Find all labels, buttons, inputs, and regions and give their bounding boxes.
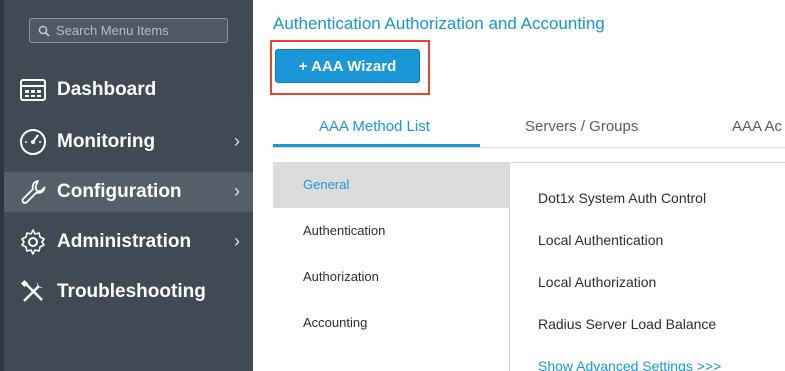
active-tab-indicator <box>273 144 480 147</box>
subnav-item-authentication[interactable]: Authentication <box>273 208 509 254</box>
subnav-item-authorization[interactable]: Authorization <box>273 254 509 300</box>
sidebar-item-dashboard[interactable]: Dashboard <box>4 70 253 110</box>
tab-servers-groups[interactable]: Servers / Groups <box>525 118 638 135</box>
setting-local-authentication: Local Authentication <box>538 232 664 248</box>
sidebar: Dashboard Monitoring › Configuration › A… <box>0 0 253 371</box>
page-title: Authentication Authorization and Account… <box>273 14 605 33</box>
sidebar-item-monitoring[interactable]: Monitoring › <box>4 122 253 162</box>
show-advanced-settings-link[interactable]: Show Advanced Settings >>> <box>538 358 721 371</box>
tab-bar: AAA Method List Servers / Groups AAA Ac <box>273 108 785 148</box>
tab-aaa-accounting[interactable]: AAA Ac <box>732 118 782 135</box>
sidebar-item-label: Troubleshooting <box>57 281 206 302</box>
subnav-item-accounting[interactable]: Accounting <box>273 300 509 346</box>
chevron-right-icon: › <box>234 181 240 201</box>
chevron-right-icon: › <box>234 131 240 151</box>
dashboard-icon <box>20 79 46 101</box>
sidebar-item-administration[interactable]: Administration › <box>4 222 253 262</box>
setting-local-authorization: Local Authorization <box>538 274 657 290</box>
gear-icon <box>21 229 45 255</box>
sidebar-item-label: Dashboard <box>57 79 157 100</box>
sidebar-item-configuration[interactable]: Configuration › <box>4 172 253 212</box>
gauge-icon <box>20 129 46 155</box>
setting-dot1x-system-auth-control: Dot1x System Auth Control <box>538 190 707 206</box>
general-settings-panel: Dot1x System Auth Control Local Authenti… <box>509 162 785 371</box>
tools-icon <box>20 279 43 302</box>
search-box[interactable] <box>29 18 228 43</box>
sidebar-item-label: Monitoring <box>57 131 156 152</box>
sidebar-item-troubleshooting[interactable]: Troubleshooting <box>4 272 253 312</box>
sidebar-item-label: Configuration <box>57 181 182 202</box>
wrench-icon <box>21 180 46 204</box>
search-icon <box>38 25 50 37</box>
sidebar-item-label: Administration <box>57 231 192 252</box>
method-list-subnav: General Authentication Authorization Acc… <box>273 162 509 371</box>
aaa-wizard-button[interactable]: + AAA Wizard <box>275 49 420 83</box>
tab-aaa-method-list[interactable]: AAA Method List <box>319 118 430 135</box>
setting-radius-server-load-balance: Radius Server Load Balance <box>538 316 717 332</box>
search-input[interactable] <box>56 23 216 38</box>
chevron-right-icon: › <box>234 231 240 251</box>
subnav-item-general[interactable]: General <box>273 162 509 208</box>
